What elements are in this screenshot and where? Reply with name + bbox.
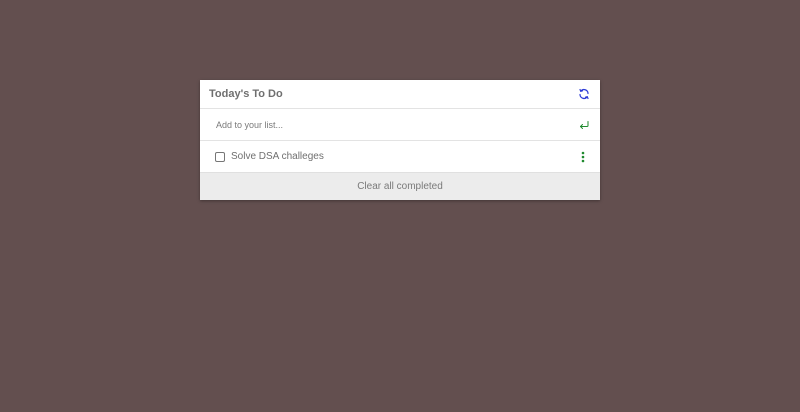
add-item-row bbox=[200, 109, 600, 141]
clear-completed-button[interactable]: Clear all completed bbox=[200, 172, 600, 200]
enter-return-icon[interactable] bbox=[577, 118, 591, 132]
refresh-icon[interactable] bbox=[577, 87, 591, 101]
todo-header: Today's To Do bbox=[200, 80, 600, 109]
list-item: Solve DSA challeges bbox=[200, 141, 600, 172]
todo-card: Today's To Do Solve DSA challeges bbox=[200, 80, 600, 200]
add-item-input[interactable] bbox=[216, 119, 556, 130]
item-label: Solve DSA challeges bbox=[231, 151, 324, 162]
item-checkbox[interactable] bbox=[215, 151, 225, 162]
clear-completed-label: Clear all completed bbox=[357, 181, 443, 192]
page-title: Today's To Do bbox=[209, 88, 283, 100]
more-vertical-icon[interactable] bbox=[576, 150, 590, 164]
list-item-main: Solve DSA challeges bbox=[215, 151, 324, 162]
